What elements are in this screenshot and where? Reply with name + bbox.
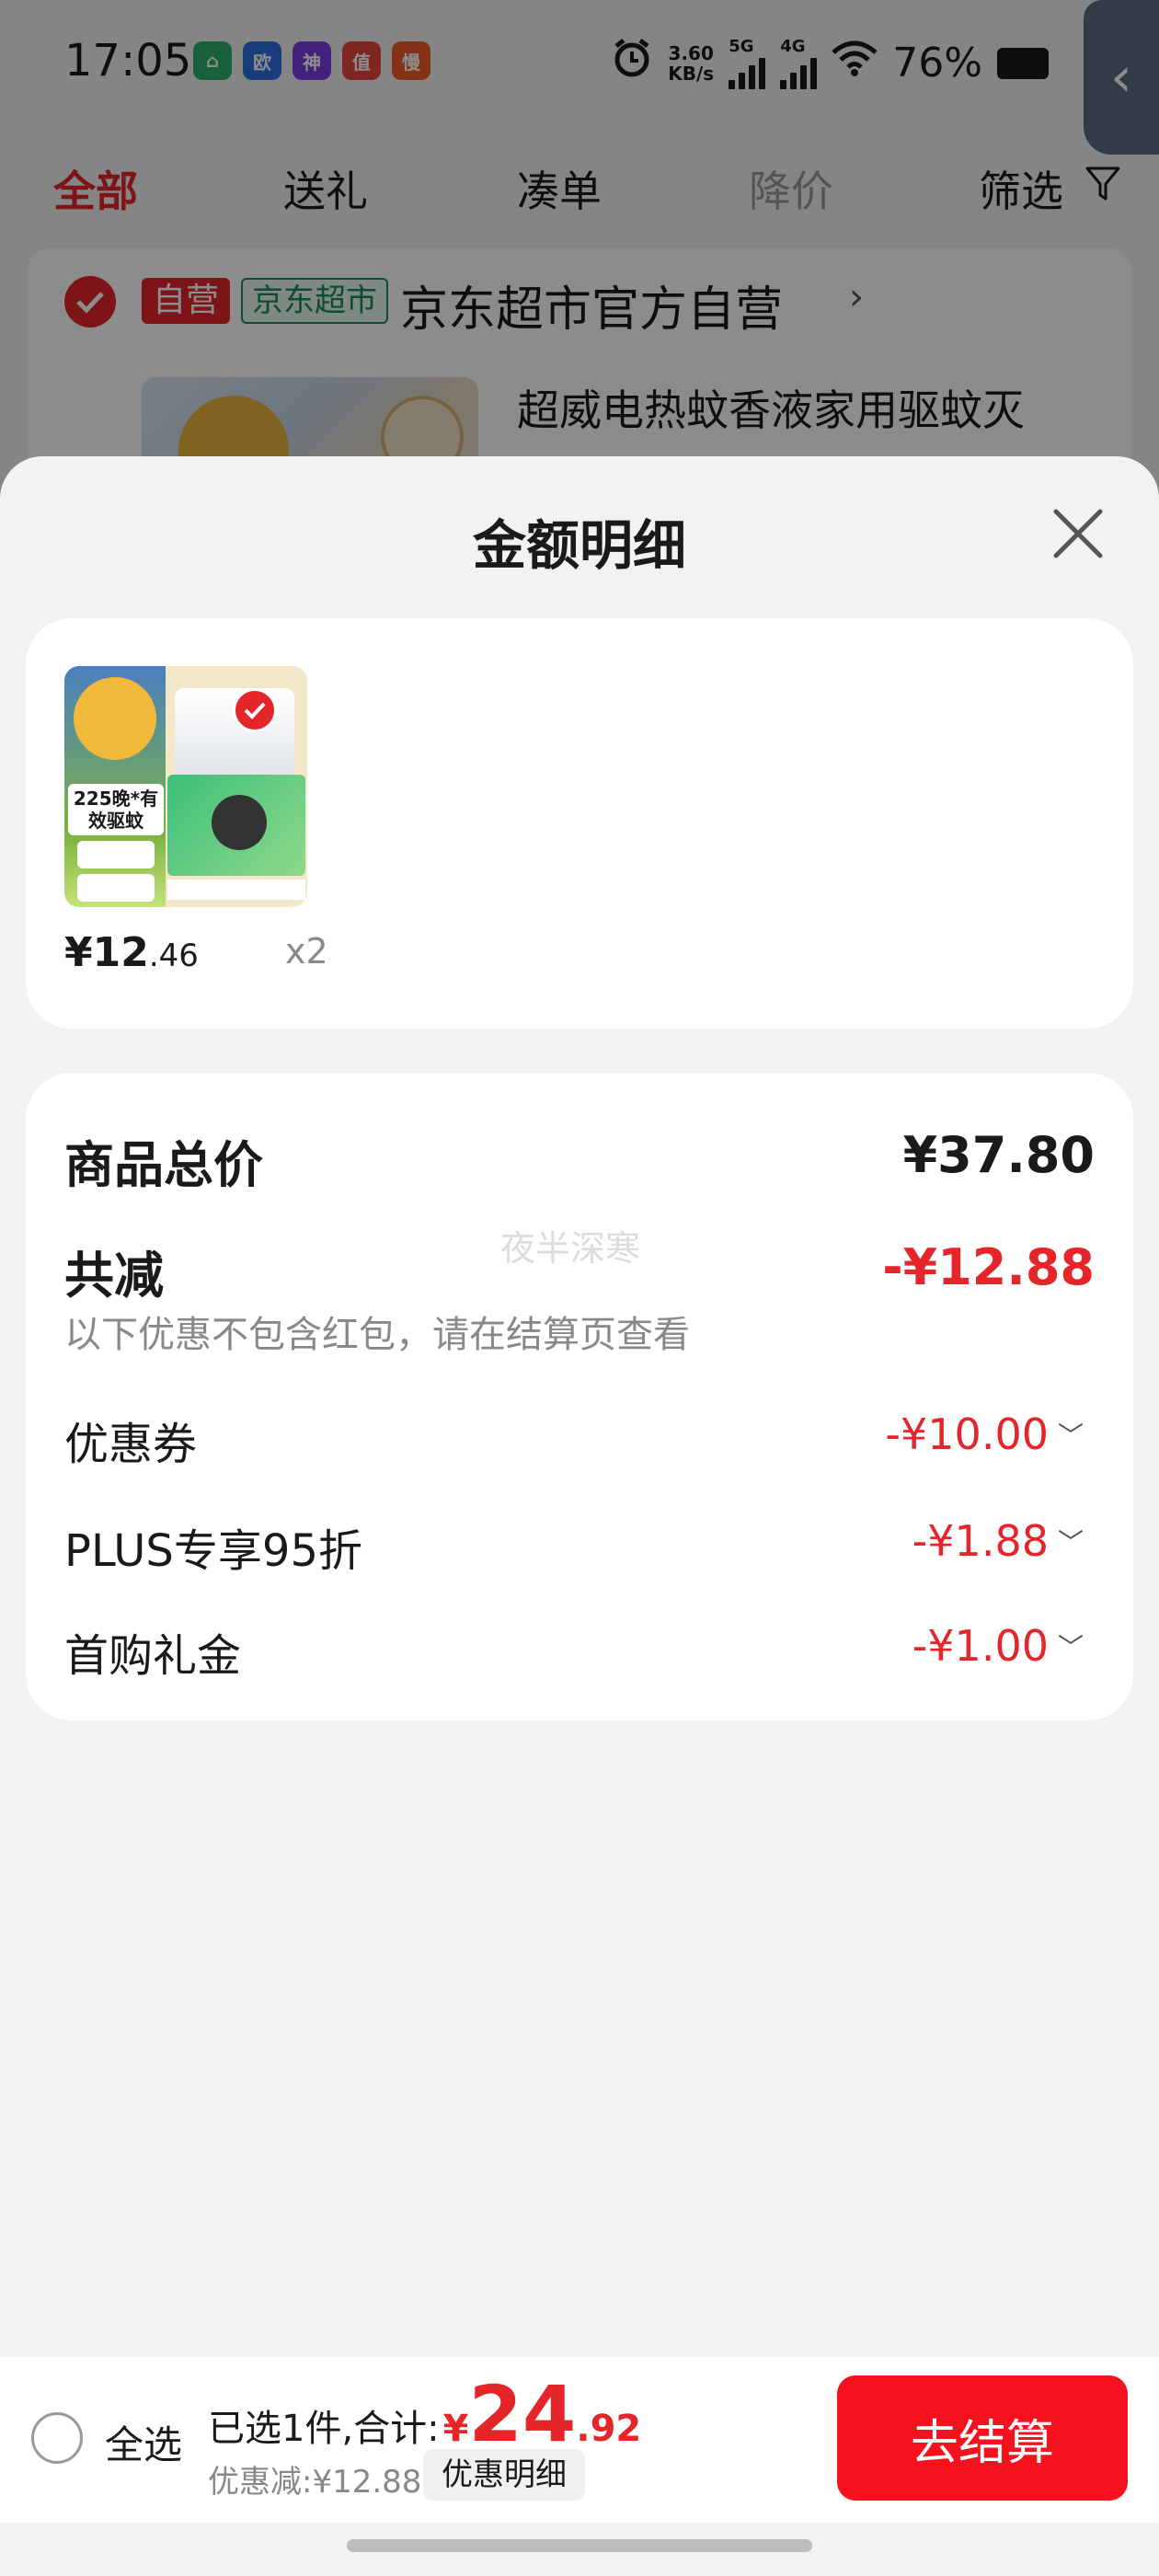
total-reduce-value: -¥12.88 <box>882 1238 1095 1296</box>
first-purchase-gift-label: 首购礼金 <box>64 1630 242 1682</box>
chevron-down-icon: ﹀ <box>1057 1527 1084 1558</box>
chevron-down-icon: ﹀ <box>1057 1632 1084 1662</box>
first-purchase-gift-value-toggle[interactable]: -¥1.00 ﹀ <box>912 1621 1084 1671</box>
plus-discount-value-toggle[interactable]: -¥1.88 ﹀ <box>912 1516 1084 1566</box>
mosquito-graphic <box>212 795 267 850</box>
discount-detail-button[interactable]: 优惠明细 <box>423 2449 585 2501</box>
coupon-label: 优惠券 <box>64 1419 198 1470</box>
total-integer: 24 <box>468 2369 577 2459</box>
product-price: ¥12.46 <box>64 929 199 976</box>
total-decimal: .92 <box>576 2408 642 2450</box>
badge-strip <box>77 841 155 868</box>
total-reduce-label: 共减 <box>64 1247 164 1305</box>
plus-discount-value: -¥1.88 <box>912 1516 1049 1566</box>
checkout-button[interactable]: 去结算 <box>837 2375 1128 2501</box>
home-indicator[interactable] <box>347 2539 812 2552</box>
amount-detail-sheet: 金额明细 225晚*有效驱蚊 ¥12.46 x2 商品总价 ¥37.80 共减 … <box>0 456 1159 2576</box>
price-integer: ¥12 <box>64 929 149 976</box>
watermark-text: 夜半深寒 <box>500 1228 641 1269</box>
product-checked-icon[interactable] <box>233 688 277 732</box>
sheet-title: 金额明细 <box>472 514 686 577</box>
close-icon[interactable] <box>1043 499 1113 569</box>
first-purchase-gift-value: -¥1.00 <box>912 1621 1049 1671</box>
total-price-value: ¥37.80 <box>902 1126 1095 1184</box>
selected-count-text: 已选1件,合计: <box>208 2408 440 2450</box>
discount-summary: 优惠减:¥12.88 <box>208 2464 422 2501</box>
product-card: 225晚*有效驱蚊 ¥12.46 x2 <box>26 618 1133 1029</box>
price-decimal: .46 <box>148 937 199 974</box>
amount-card: 商品总价 ¥37.80 共减 -¥12.88 夜半深寒 以下优惠不包含红包，请在… <box>26 1073 1133 1720</box>
coupon-value: -¥10.00 <box>885 1409 1049 1459</box>
total-summary: 已选1件,合计: ¥ 24 .92 <box>208 2375 641 2453</box>
total-yen-symbol: ¥ <box>442 2408 469 2450</box>
product-quantity: x2 <box>285 931 328 972</box>
package-footer-strip <box>167 880 305 900</box>
select-all-radio[interactable] <box>31 2412 83 2464</box>
select-all-label[interactable]: 全选 <box>105 2414 182 2470</box>
badge-strip <box>77 874 155 902</box>
plus-discount-label: PLUS专享95折 <box>64 1525 362 1577</box>
coupon-value-toggle[interactable]: -¥10.00 ﹀ <box>885 1409 1084 1459</box>
checkout-bar: 全选 已选1件,合计: ¥ 24 .92 优惠减:¥12.88 优惠明细 去结算 <box>0 2357 1159 2523</box>
product-badge-text: 225晚*有效驱蚊 <box>68 784 164 835</box>
lion-mascot-image <box>74 677 156 760</box>
chevron-down-icon: ﹀ <box>1057 1420 1084 1451</box>
total-price-label: 商品总价 <box>64 1136 263 1194</box>
reduce-note: 以下优惠不包含红包，请在结算页查看 <box>64 1314 690 1356</box>
